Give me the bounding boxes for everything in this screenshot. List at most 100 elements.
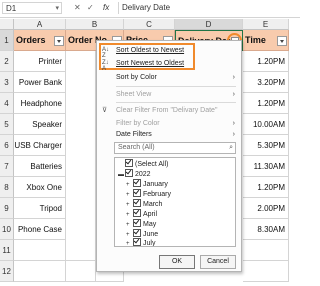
checkbox-icon[interactable] (133, 199, 141, 207)
enter-icon[interactable]: ✓ (87, 2, 94, 14)
menu-item-date-filters[interactable]: Date Filters › (97, 128, 241, 141)
cell-order[interactable]: USB Charger (14, 135, 66, 156)
month-label: March (143, 201, 163, 208)
cell-order[interactable]: Printer (14, 51, 66, 72)
search-icon: ⌕ (229, 144, 233, 151)
formula-input[interactable]: Delivary Date (122, 2, 170, 14)
chevron-right-icon: › (232, 91, 235, 98)
tree-item-year[interactable]: ▬ 2022 (118, 169, 151, 179)
cell-order[interactable]: Batteries (14, 156, 66, 177)
sort-asc-label: Sort Oldest to Newest (116, 47, 185, 54)
cell-time[interactable]: 1.20PM (243, 51, 289, 72)
checkbox-icon[interactable] (125, 169, 133, 177)
cell-time[interactable]: 5.30PM (243, 135, 289, 156)
menu-item-sort-newest-to-oldest[interactable]: Z↓ A Sort Newest to Oldest (97, 57, 241, 72)
filter-button-orders[interactable] (54, 36, 64, 46)
column-header-e[interactable]: E (243, 19, 289, 30)
cell-empty[interactable] (14, 240, 66, 261)
month-label: June (143, 231, 159, 238)
checkbox-icon[interactable] (133, 179, 141, 187)
name-box[interactable]: D1 ▾ (2, 2, 62, 14)
sort-by-color-label: Sort by Color (116, 74, 157, 81)
cell-empty[interactable] (243, 240, 289, 261)
chevron-down-icon[interactable]: ▾ (55, 3, 59, 15)
ok-button[interactable]: OK (159, 255, 195, 269)
menu-separator (116, 102, 236, 103)
cell-time[interactable]: 11.30AM (243, 156, 289, 177)
tree-item-select-all[interactable]: (Select All) (118, 159, 168, 169)
tree-item-month[interactable]: + January (126, 179, 168, 189)
cell-order[interactable]: Xbox One (14, 177, 66, 198)
row-header-12[interactable]: 12 (0, 261, 14, 282)
cell-time[interactable]: 1.20PM (243, 177, 289, 198)
formula-divider (118, 2, 119, 14)
row-header-8[interactable]: 8 (0, 177, 14, 198)
cell-time[interactable]: 3.20PM (243, 72, 289, 93)
row-header-9[interactable]: 9 (0, 198, 14, 219)
filter-search-input[interactable]: Search (All) ⌕ (114, 142, 236, 154)
menu-item-clear-filter: ⊽ Clear Filter From "Delivary Date" (97, 104, 241, 117)
filter-button-time[interactable] (277, 36, 287, 46)
month-label: May (143, 221, 157, 228)
date-filters-label: Date Filters (116, 131, 152, 138)
cell-empty[interactable] (243, 261, 289, 282)
cell-time[interactable]: 2.00PM (243, 198, 289, 219)
row-header-2[interactable]: 2 (0, 51, 14, 72)
clear-filter-label: Clear Filter From "Delivary Date" (116, 107, 218, 114)
row-header-3[interactable]: 3 (0, 72, 14, 93)
cell-order[interactable]: Speaker (14, 114, 66, 135)
row-header-5[interactable]: 5 (0, 114, 14, 135)
cell-time[interactable]: 1.20PM (243, 93, 289, 114)
row-header-1[interactable]: 1 (0, 30, 14, 51)
cell-time[interactable]: 10.00AM (243, 114, 289, 135)
checkbox-icon[interactable] (133, 209, 141, 217)
cell-order[interactable]: Tripod (14, 198, 66, 219)
select-all-corner[interactable] (0, 19, 14, 30)
checkbox-icon[interactable] (125, 159, 133, 167)
chevron-right-icon: › (232, 131, 235, 138)
formula-bar: D1 ▾ ✕ ✓ fx Delivary Date (0, 0, 300, 18)
tree-item-month[interactable]: + July (126, 238, 155, 246)
checkbox-icon[interactable] (133, 189, 141, 197)
tree-item-month[interactable]: + April (126, 209, 157, 219)
row-header-11[interactable]: 11 (0, 240, 14, 261)
excel-window: D1 ▾ ✕ ✓ fx Delivary Date A B C D E 1 2 … (0, 0, 300, 286)
column-header-a[interactable]: A (14, 19, 66, 30)
checkbox-icon[interactable] (133, 238, 141, 246)
header-orders-label: Orders (16, 35, 46, 45)
cell-order[interactable]: Phone Case (14, 219, 66, 240)
cell-order[interactable]: Power Bank (14, 72, 66, 93)
column-header-c[interactable]: C (124, 19, 175, 30)
column-header-b[interactable]: B (66, 19, 124, 30)
expand-icon[interactable]: + (126, 239, 133, 246)
menu-item-sort-oldest-to-newest[interactable]: A↓ Z Sort Oldest to Newest (97, 44, 241, 59)
cell-empty[interactable] (14, 261, 66, 282)
cancel-icon[interactable]: ✕ (74, 2, 81, 14)
cancel-button[interactable]: Cancel (200, 255, 236, 269)
cell-time[interactable]: 8.30AM (243, 219, 289, 240)
column-header-d[interactable]: D (175, 19, 243, 30)
month-label: January (143, 181, 168, 188)
filter-value-tree: (Select All) ▬ 2022 + January + February + M… (114, 157, 236, 247)
sort-desc-label: Sort Newest to Oldest (116, 60, 185, 67)
row-header-4[interactable]: 4 (0, 93, 14, 114)
row-header-6[interactable]: 6 (0, 135, 14, 156)
collapse-icon[interactable]: ▬ (118, 170, 125, 180)
fx-icon[interactable]: fx (103, 2, 109, 14)
tree-item-month[interactable]: + March (126, 199, 162, 209)
sheet-view-label: Sheet View (116, 91, 152, 98)
year-label: 2022 (135, 171, 151, 178)
filter-by-color-label: Filter by Color (116, 120, 160, 127)
header-time-label: Time (245, 35, 266, 45)
tree-item-month[interactable]: + May (126, 219, 156, 229)
menu-item-sheet-view: Sheet View › (97, 88, 241, 101)
cell-order[interactable]: Headphone (14, 93, 66, 114)
checkbox-icon[interactable] (133, 219, 141, 227)
month-label: February (143, 191, 172, 198)
row-header-10[interactable]: 10 (0, 219, 14, 240)
select-all-label: (Select All) (135, 161, 169, 168)
menu-item-sort-by-color[interactable]: Sort by Color › (97, 71, 241, 84)
checkbox-icon[interactable] (133, 229, 141, 237)
tree-item-month[interactable]: + February (126, 189, 171, 199)
row-header-7[interactable]: 7 (0, 156, 14, 177)
